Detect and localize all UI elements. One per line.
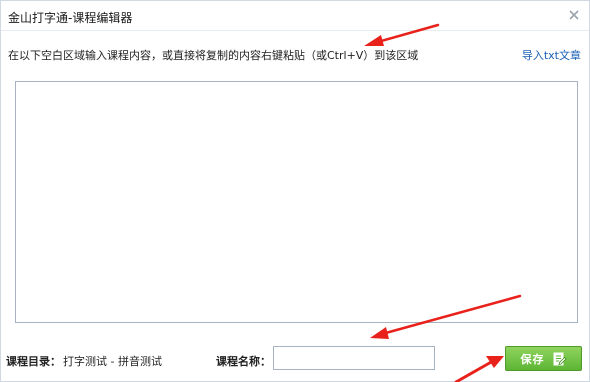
import-txt-link[interactable]: 导入txt文章: [522, 47, 581, 63]
course-name-input[interactable]: [273, 346, 435, 370]
close-icon: [569, 10, 579, 20]
instruction-text: 在以下空白区域输入课程内容，或直接将复制的内容右键粘贴（或Ctrl+V）到该区域: [8, 49, 419, 62]
save-edit-icon: [553, 352, 567, 366]
course-catalog-value: 打字测试 - 拼音测试: [63, 355, 162, 368]
window-title: 金山打字通-课程编辑器: [8, 11, 133, 25]
save-button[interactable]: 保存: [505, 346, 582, 371]
course-content-textarea[interactable]: [15, 81, 578, 323]
title-bar: 金山打字通-课程编辑器: [1, 1, 589, 31]
course-name-label: 课程名称：: [216, 355, 271, 368]
close-button[interactable]: [567, 8, 581, 22]
save-button-label: 保存: [520, 352, 545, 366]
course-catalog-label: 课程目录：: [6, 355, 61, 368]
course-editor-window: 金山打字通-课程编辑器 在以下空白区域输入课程内容，或直接将复制的内容右键粘贴（…: [0, 0, 590, 382]
